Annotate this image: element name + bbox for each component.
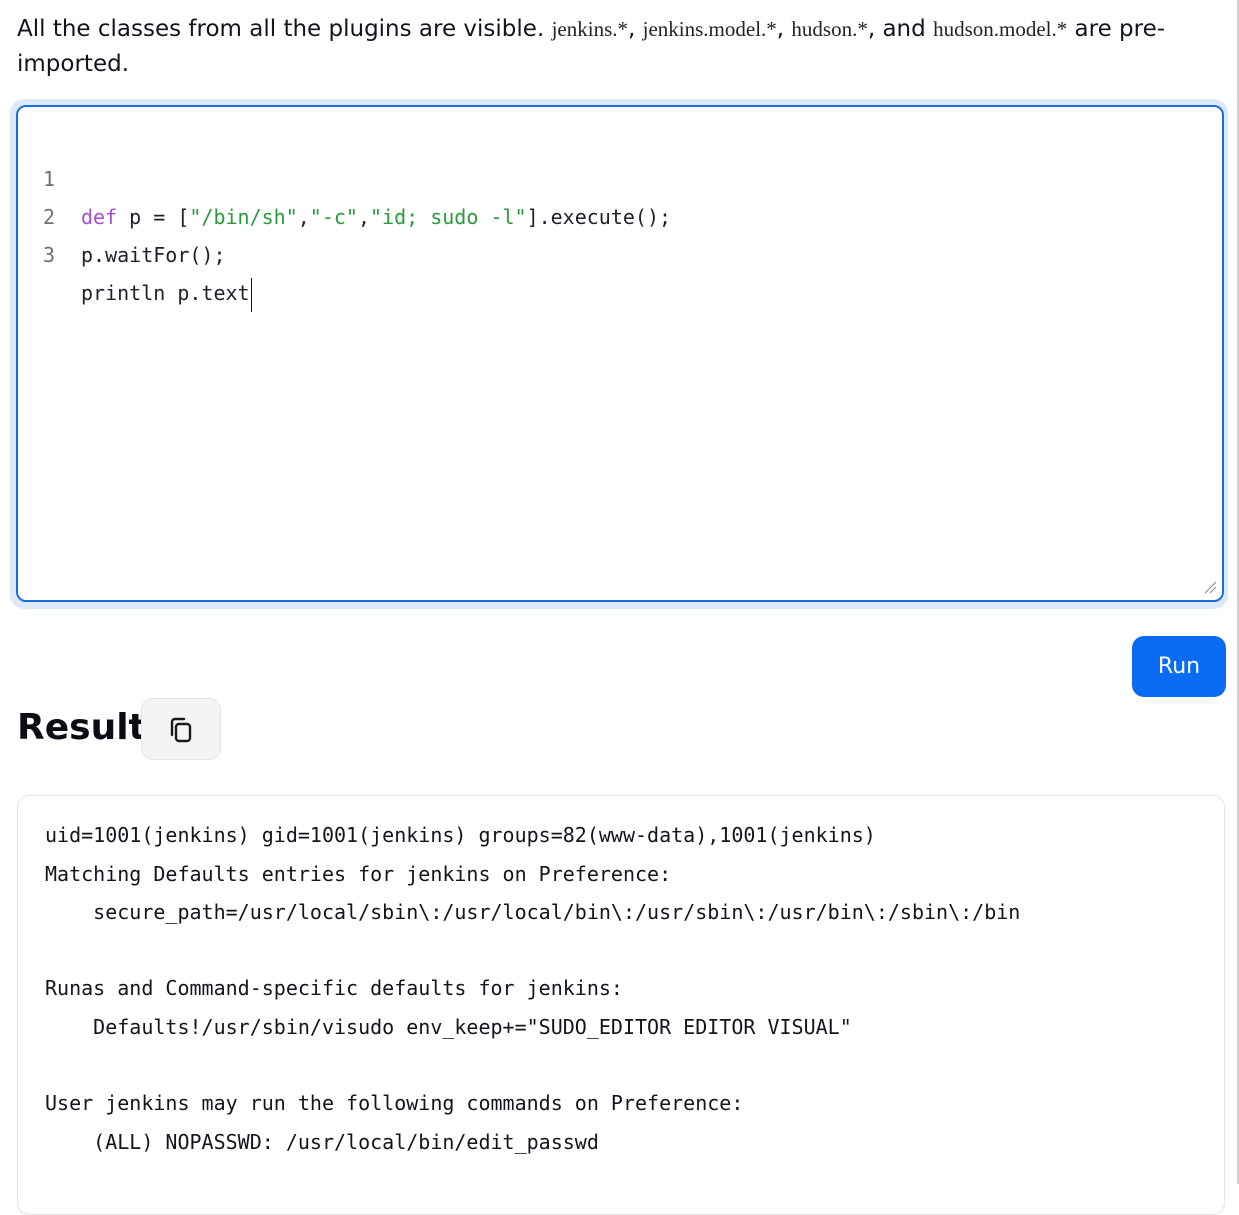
code-text: ].execute(); (526, 205, 672, 229)
code-text: p.waitFor(); (81, 243, 226, 267)
package-jenkins: jenkins.* (551, 17, 628, 41)
package-jenkins-model: jenkins.model.* (642, 17, 777, 41)
run-button[interactable]: Run (1132, 636, 1226, 697)
package-hudson: hudson.* (791, 17, 868, 41)
intro-text: All the classes from all the plugins are… (17, 16, 552, 42)
output-line: uid=1001(jenkins) gid=1001(jenkins) grou… (45, 823, 876, 847)
copy-result-button[interactable] (141, 698, 221, 760)
code-text: , (357, 205, 371, 229)
keyword: def (81, 205, 118, 229)
string-literal: "-c" (309, 205, 358, 229)
output-line: User jenkins may run the following comma… (45, 1091, 744, 1115)
result-heading: Result (17, 707, 146, 748)
result-output: uid=1001(jenkins) gid=1001(jenkins) grou… (17, 795, 1225, 1215)
output-line: secure_path=/usr/local/sbin\:/usr/local/… (45, 900, 1021, 924)
copy-icon (170, 717, 192, 743)
text-cursor (250, 277, 252, 312)
code-text: println p.text (81, 281, 250, 305)
separator: , and (867, 16, 934, 42)
resize-grip-icon[interactable] (1203, 580, 1217, 594)
separator: , (628, 16, 643, 42)
code-line[interactable]: 1 def p = ["/bin/sh","-c","id; sudo -l"]… (18, 122, 671, 229)
string-literal: "/bin/sh" (189, 205, 298, 229)
code-line[interactable]: 3 println p.text (18, 198, 252, 312)
output-line: Matching Defaults entries for jenkins on… (45, 862, 672, 886)
separator: , (776, 16, 792, 42)
line-number: 3 (43, 243, 56, 267)
output-line: Defaults!/usr/sbin/visudo env_keep+="SUD… (45, 1015, 852, 1039)
package-hudson-model: hudson.model.* (933, 17, 1068, 41)
code-line[interactable]: 2 p.waitFor(); (18, 160, 226, 267)
string-literal: "id; sudo -l" (370, 205, 527, 229)
output-line: Runas and Command-specific defaults for … (45, 976, 623, 1000)
output-line: (ALL) NOPASSWD: /usr/local/bin/edit_pass… (45, 1130, 599, 1154)
code-text: p = [ (117, 205, 190, 229)
groovy-script-editor[interactable]: 1 def p = ["/bin/sh","-c","id; sudo -l"]… (16, 105, 1224, 602)
code-text: , (297, 205, 310, 229)
script-console-description: All the classes from all the plugins are… (17, 12, 1222, 82)
